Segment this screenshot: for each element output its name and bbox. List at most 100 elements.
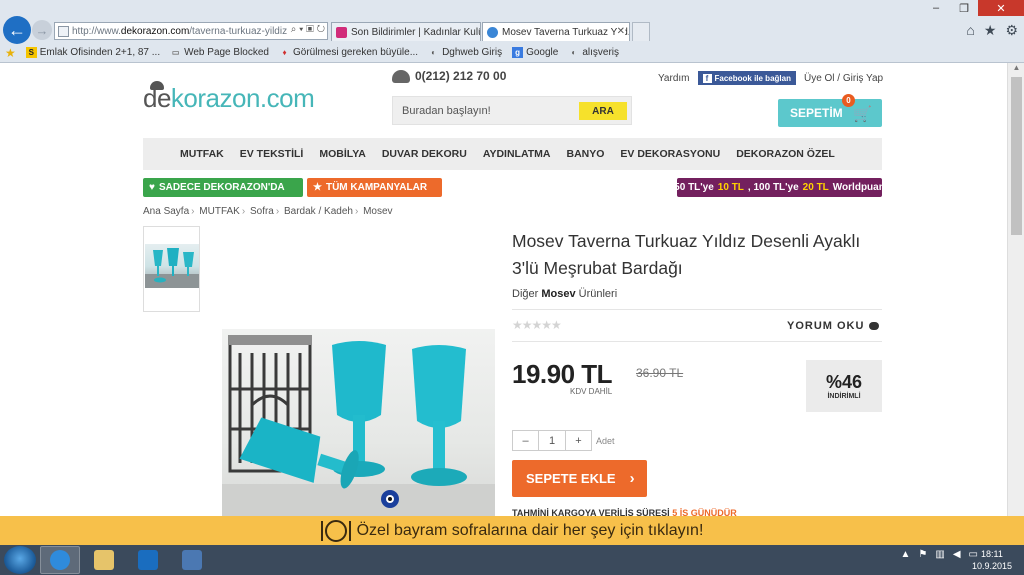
bayram-banner[interactable]: Özel bayram sofralarına dair her şey içi…: [0, 516, 1024, 545]
signup-login-link[interactable]: Üye Ol / Giriş Yap: [804, 73, 883, 84]
heart-icon: ♥: [149, 182, 155, 193]
nav-item-ev-dekorasyonu[interactable]: EV DEKORASYONU: [620, 148, 720, 160]
nav-item-mutfak[interactable]: MUTFAK: [180, 148, 224, 160]
nav-item-banyo[interactable]: BANYO: [567, 148, 605, 160]
plate-cutlery-icon: [320, 519, 351, 542]
clock-time: 18:11: [981, 549, 1003, 559]
breadcrumb-item[interactable]: Bardak / Kadeh: [284, 206, 353, 217]
volume-icon[interactable]: ◀: [953, 549, 961, 560]
favorite-item[interactable]: ◐ Dghweb Giriş: [428, 47, 502, 58]
compat-icon[interactable]: ▣: [306, 24, 314, 35]
tab-label: Mosev Taverna Turkuaz Yıld...: [502, 26, 630, 38]
site-favicon-icon: [336, 26, 347, 38]
search-icon[interactable]: ⌕: [291, 24, 297, 35]
nav-item-duvar-dekoru[interactable]: DUVAR DEKORU: [382, 148, 467, 160]
help-link[interactable]: Yardım: [658, 73, 690, 84]
promo-campaigns[interactable]: ★ TÜM KAMPANYALAR: [307, 178, 442, 197]
favorites-add-icon[interactable]: ★: [5, 46, 16, 60]
favorite-item[interactable]: g Google: [512, 47, 558, 58]
action-center-icon[interactable]: ⚑: [918, 549, 927, 560]
favorite-item[interactable]: ◐ alışveriş: [568, 47, 619, 58]
network-icon[interactable]: ▥: [935, 549, 944, 560]
brand-name: Mosev: [541, 288, 576, 300]
promo-exclusive[interactable]: ♥ SADECE DEKORAZON'DA: [143, 178, 303, 197]
close-window-icon[interactable]: ✕: [978, 0, 1024, 16]
breadcrumb-item[interactable]: Sofra: [250, 206, 274, 217]
price: 19.90 TL: [512, 359, 613, 389]
shipping-value: 5 İŞ GÜNÜDÜR: [672, 508, 737, 516]
phone-icon: [392, 69, 410, 83]
arrow-right-icon: →: [35, 22, 49, 38]
vat-included-label: KDV DAHİL: [570, 387, 613, 396]
breadcrumb-item[interactable]: Mosev: [363, 206, 392, 217]
add-to-cart-button[interactable]: SEPETE EKLE ›: [512, 460, 647, 497]
globe-icon: ◐: [431, 48, 436, 57]
google-icon: g: [512, 47, 524, 58]
brand-link[interactable]: Diğer Mosev Ürünleri: [512, 288, 617, 300]
quantity-increase-button[interactable]: +: [566, 431, 591, 450]
minimize-icon[interactable]: –: [922, 0, 950, 16]
rating-stars[interactable]: ★★★★★: [512, 318, 562, 332]
taskbar-outlook[interactable]: [128, 546, 168, 574]
facebook-label: Facebook ile bağlan: [714, 73, 791, 83]
search-button[interactable]: ARA: [579, 102, 627, 120]
taskbar-remote-desktop[interactable]: [172, 546, 212, 574]
taskbar-file-explorer[interactable]: [84, 546, 124, 574]
nav-item-mobilya[interactable]: MOBİLYA: [319, 148, 366, 160]
tray-expand-icon[interactable]: ▲: [901, 549, 911, 560]
breadcrumb-item[interactable]: MUTFAK: [199, 206, 240, 217]
quantity-input[interactable]: 1: [538, 431, 566, 450]
ie-favicon-icon: [487, 26, 498, 38]
product-thumbnail[interactable]: [143, 226, 200, 312]
favorite-item[interactable]: ▭ Web Page Blocked: [170, 47, 269, 58]
start-button[interactable]: [4, 546, 36, 574]
logo-part-a: de: [143, 83, 171, 113]
brand-suffix: Ürünleri: [575, 288, 618, 300]
site-logo[interactable]: dekorazon.com: [143, 83, 315, 114]
promo-worldpuan[interactable]: 50 TL'ye 10 TL, 100 TL'ye 20 TL Worldpua…: [674, 178, 885, 197]
home-icon[interactable]: ⌂: [966, 22, 974, 39]
gear-icon[interactable]: ⚙: [1005, 22, 1018, 39]
shipping-estimate: TAHMİNİ KARGOYA VERİLİŞ SÜRESİ 5 İŞ GÜNÜ…: [512, 508, 737, 516]
comment-bubble-icon: [869, 322, 880, 330]
refresh-icon[interactable]: ↻: [317, 24, 325, 35]
back-button[interactable]: ←: [3, 16, 31, 44]
browser-tools: ⌂ ★ ⚙: [966, 22, 1018, 39]
quantity-stepper: – 1 +: [512, 430, 592, 451]
nav-item-ev-tekstili[interactable]: EV TEKSTİLİ: [240, 148, 304, 160]
read-reviews-link[interactable]: YORUM OKU: [787, 320, 880, 332]
restore-icon[interactable]: ❐: [950, 0, 978, 16]
system-tray: ▲ ⚑ ▥ ◀ ▭: [901, 549, 978, 560]
main-nav: MUTFAK EV TEKSTİLİ MOBİLYA DUVAR DEKORU …: [143, 138, 882, 170]
favorite-item[interactable]: S Emlak Ofisinden 2+1, 87 ...: [25, 47, 160, 58]
discount-label: İNDİRİMLİ: [827, 393, 861, 400]
search-input[interactable]: Buradan başlayın! ARA: [392, 96, 632, 125]
close-tab-icon[interactable]: ✕: [616, 26, 625, 37]
flame-icon: ♦: [282, 48, 287, 57]
facebook-connect-button[interactable]: f Facebook ile bağlan: [697, 71, 796, 85]
nav-item-dekorazon-ozel[interactable]: DEKORAZON ÖZEL: [736, 148, 835, 160]
product-title: Mosev Taverna Turkuaz Yıldız Desenli Aya…: [512, 231, 861, 278]
url-path: /taverna-turkuaz-yildiz: [189, 25, 288, 37]
product-main-image[interactable]: [222, 329, 495, 516]
web-page: dekorazon.com 0(212) 212 70 00 Buradan b…: [0, 63, 1024, 516]
tab-dekorazon[interactable]: Mosev Taverna Turkuaz Yıld... ✕: [482, 22, 630, 41]
quantity-decrease-button[interactable]: –: [513, 431, 538, 450]
remote-desktop-icon: [182, 550, 202, 570]
forward-button[interactable]: →: [32, 20, 52, 40]
address-tools[interactable]: ⌕ ▾ ▣ ↻: [287, 24, 325, 35]
nav-item-aydinlatma[interactable]: AYDINLATMA: [483, 148, 551, 160]
page-scrollbar[interactable]: ▲: [1007, 63, 1024, 516]
scrollbar-thumb[interactable]: [1011, 77, 1022, 235]
clock[interactable]: 18:11 10.9.2015: [972, 548, 1012, 572]
address-bar[interactable]: http://www. dekorazon.com/taverna-turkuaz…: [54, 22, 328, 40]
favorite-item[interactable]: ♦ Görülmesi gereken büyüle...: [279, 47, 418, 58]
favorites-star-icon[interactable]: ★: [984, 22, 997, 39]
cart-button[interactable]: SEPETİM 0 🛒: [778, 94, 882, 127]
scroll-up-icon[interactable]: ▲: [1008, 63, 1024, 75]
breadcrumb-item[interactable]: Ana Sayfa: [143, 206, 189, 217]
tab-kadinlar-kulubu[interactable]: Son Bildirimler | Kadınlar Kulübü: [331, 22, 481, 41]
favorite-label: alışveriş: [582, 47, 620, 58]
taskbar-internet-explorer[interactable]: [40, 546, 80, 574]
new-tab-button[interactable]: [632, 22, 650, 41]
